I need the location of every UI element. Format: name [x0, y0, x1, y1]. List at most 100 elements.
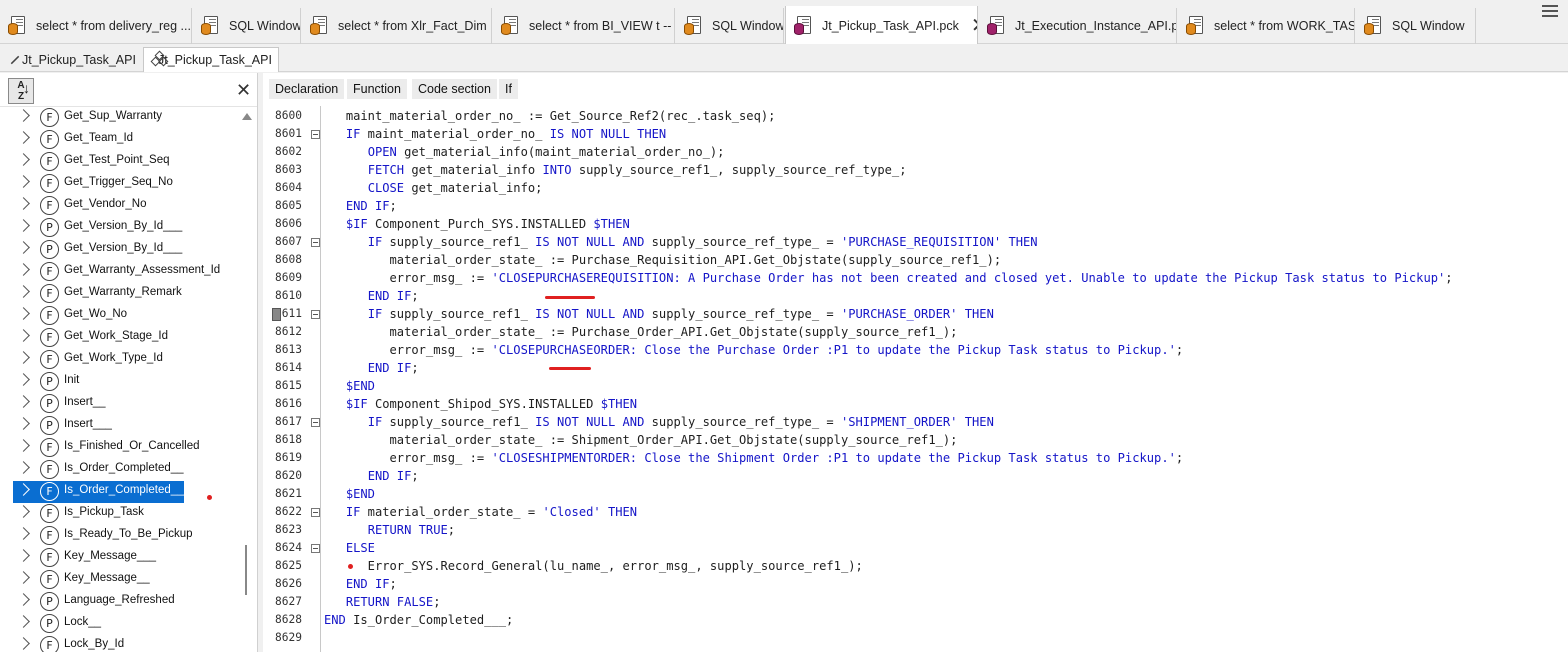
tree-item[interactable]: P Get_Version_By_Id___: [0, 239, 240, 261]
fold-toggle-icon[interactable]: [311, 130, 320, 139]
chevron-right-icon[interactable]: [17, 527, 30, 540]
tree-item[interactable]: F Key_Message___: [0, 547, 240, 569]
code-line: IF maint_material_order_no_ IS NOT NULL …: [324, 125, 666, 143]
chevron-right-icon[interactable]: [17, 153, 30, 166]
fold-toggle-icon[interactable]: [311, 508, 320, 517]
fold-toggle-icon[interactable]: [311, 418, 320, 427]
doc-tab[interactable]: Jt_Execution_Instance_API.pck: [979, 8, 1177, 44]
chevron-right-icon[interactable]: [17, 241, 30, 254]
doc-tab[interactable]: select * from BI_VIEW t -- ...: [493, 8, 675, 44]
chevron-right-icon[interactable]: [17, 439, 30, 452]
chevron-right-icon[interactable]: [17, 329, 30, 342]
tree-item[interactable]: P Init: [0, 371, 240, 393]
tab-package-body[interactable]: Jt_Pickup_Task_API: [143, 47, 279, 72]
tree-item[interactable]: F Is_Pickup_Task: [0, 503, 240, 525]
line-number: 8606: [275, 217, 302, 230]
fold-toggle-icon[interactable]: [311, 544, 320, 553]
tree-item[interactable]: F Is_Finished_Or_Cancelled: [0, 437, 240, 459]
bookmark-icon[interactable]: [272, 308, 281, 321]
tab-package-spec[interactable]: Jt_Pickup_Task_API: [6, 47, 142, 72]
declaration-button[interactable]: Declaration: [269, 79, 345, 99]
function-icon: F: [40, 306, 59, 325]
code-line: material_order_state_ := Shipment_Order_…: [324, 431, 958, 449]
sql-window-icon: [201, 16, 219, 36]
chevron-right-icon[interactable]: [17, 549, 30, 562]
chevron-right-icon[interactable]: [17, 219, 30, 232]
tree-item[interactable]: F Get_Test_Point_Seq: [0, 151, 240, 173]
code-line: error_msg_ := 'CLOSEPURCHASEORDER: Close…: [324, 341, 1184, 359]
doc-tab[interactable]: SQL Window: [676, 8, 784, 44]
chevron-right-icon[interactable]: [17, 593, 30, 606]
fold-toggle-icon[interactable]: [311, 238, 320, 247]
tree-item[interactable]: P Insert__: [0, 393, 240, 415]
tree-item[interactable]: F Get_Vendor_No: [0, 195, 240, 217]
code-line: END IF;: [324, 359, 419, 377]
tree-item[interactable]: F Get_Sup_Warranty: [0, 107, 240, 129]
code-token: ;: [1445, 271, 1453, 285]
close-icon[interactable]: ✕: [236, 80, 251, 101]
tree-item[interactable]: P Lock__: [0, 613, 240, 635]
tree-item[interactable]: P Language_Refreshed: [0, 591, 240, 613]
keyword-token: IF: [367, 415, 383, 429]
line-number: 8601: [275, 127, 302, 140]
tree-item[interactable]: F Is_Order_Completed___: [0, 481, 240, 503]
tree-item[interactable]: P Get_Version_By_Id___: [0, 217, 240, 239]
tree-item[interactable]: F Get_Trigger_Seq_No: [0, 173, 240, 195]
doc-tab[interactable]: select * from Xlr_Fact_Dim ...: [302, 8, 492, 44]
tree-item[interactable]: P Insert___: [0, 415, 240, 437]
keyword-token: IF: [367, 235, 383, 249]
tree-item[interactable]: F Get_Wo_No: [0, 305, 240, 327]
chevron-right-icon[interactable]: [17, 109, 30, 122]
doc-tab[interactable]: select * from WORK_TASK: [1178, 8, 1355, 44]
tree-item[interactable]: F Is_Ready_To_Be_Pickup: [0, 525, 240, 547]
tree-item[interactable]: F Lock_By_Id: [0, 635, 240, 652]
window-list-icon[interactable]: [1542, 2, 1558, 18]
tree-item[interactable]: F Get_Work_Stage_Id: [0, 327, 240, 349]
doc-tab[interactable]: SQL Window: [1356, 8, 1476, 44]
function-button[interactable]: Function: [347, 79, 407, 99]
doc-tab[interactable]: select * from delivery_reg ...: [0, 8, 192, 44]
keyword-token: IF: [345, 505, 361, 519]
close-tab-icon[interactable]: ✕: [971, 16, 977, 36]
code-section-button[interactable]: Code section: [412, 79, 497, 99]
chevron-right-icon[interactable]: [17, 373, 30, 386]
chevron-right-icon[interactable]: [17, 175, 30, 188]
chevron-right-icon[interactable]: [17, 571, 30, 584]
keyword-token: IS NOT NULL AND: [535, 307, 645, 321]
tree-item[interactable]: F Get_Warranty_Assessment_Id: [0, 261, 240, 283]
code-token: Component_Purch_SYS.INSTALLED: [367, 217, 594, 231]
if-button[interactable]: If: [499, 79, 518, 99]
scroll-thumb[interactable]: [245, 545, 247, 595]
chevron-right-icon[interactable]: [17, 461, 30, 474]
tree-item[interactable]: F Is_Order_Completed__: [0, 459, 240, 481]
code-line: END Is_Order_Completed___;: [324, 611, 513, 629]
chevron-right-icon[interactable]: [17, 263, 30, 276]
chevron-right-icon[interactable]: [17, 615, 30, 628]
chevron-right-icon[interactable]: [17, 197, 30, 210]
chevron-right-icon[interactable]: [17, 417, 30, 430]
doc-tab[interactable]: Jt_Pickup_Task_API.pck ✕: [785, 6, 978, 45]
chevron-right-icon[interactable]: [17, 131, 30, 144]
chevron-right-icon[interactable]: [17, 505, 30, 518]
keyword-token: $IF: [345, 217, 368, 231]
code-area[interactable]: maint_material_order_no_ := Get_Source_R…: [322, 106, 1568, 652]
tree-item[interactable]: F Get_Warranty_Remark: [0, 283, 240, 305]
tree-item[interactable]: F Key_Message__: [0, 569, 240, 591]
navigator-scrollbar[interactable]: [240, 107, 254, 652]
chevron-right-icon[interactable]: [17, 637, 30, 650]
chevron-right-icon[interactable]: [17, 307, 30, 320]
code-token: material_order_state_ := Purchase_Order_…: [324, 325, 958, 339]
sort-alphabetical-button[interactable]: A Z ↓: [8, 78, 34, 104]
tree-item[interactable]: F Get_Work_Type_Id: [0, 349, 240, 371]
chevron-right-icon[interactable]: [17, 351, 30, 364]
scroll-up-icon[interactable]: [242, 113, 252, 120]
doc-tab[interactable]: SQL Window: [193, 8, 301, 44]
code-line: RETURN TRUE;: [324, 521, 455, 539]
chevron-right-icon[interactable]: [17, 395, 30, 408]
fold-toggle-icon[interactable]: [311, 310, 320, 319]
chevron-right-icon[interactable]: [17, 285, 30, 298]
tree-item[interactable]: F Get_Team_Id: [0, 129, 240, 151]
